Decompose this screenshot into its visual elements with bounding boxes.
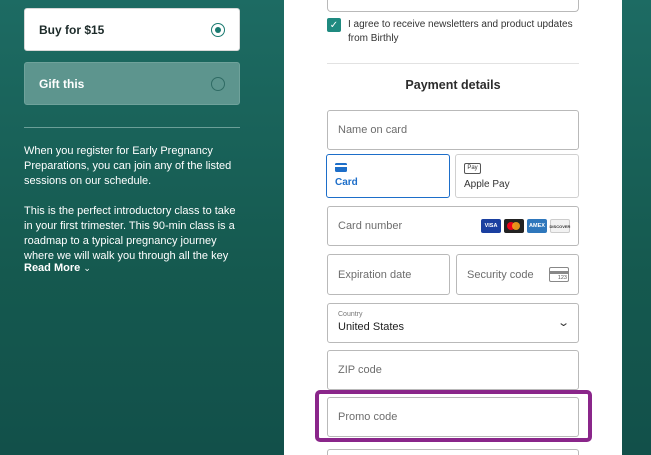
gift-option-label: Gift this [39, 76, 85, 91]
chevron-down-icon: ⌄ [556, 317, 570, 329]
country-value: United States [338, 321, 405, 333]
promo-code-placeholder: Promo code [338, 411, 398, 423]
payment-method-card[interactable]: Card [326, 154, 450, 198]
buy-option[interactable]: Buy for $15 [24, 8, 240, 51]
payment-form: ✓ I agree to receive newsletters and pro… [284, 0, 622, 455]
newsletter-checkbox[interactable]: ✓ [327, 18, 341, 32]
name-on-card-placeholder: Name on card [338, 124, 408, 136]
country-label: Country [338, 311, 363, 318]
description-paragraph: This is the perfect introductory class t… [24, 205, 236, 262]
zip-code-placeholder: ZIP code [338, 364, 382, 376]
card-brands: VISA AMEX DISCOVER [481, 219, 570, 233]
description-paragraph: When you register for Early Pregnancy Pr… [24, 145, 232, 187]
card-number-field[interactable]: Card number VISA AMEX DISCOVER [327, 206, 579, 246]
divider [24, 127, 240, 128]
security-code-field[interactable]: Security code 123 [456, 254, 579, 295]
read-more-link[interactable]: Read More ⌄ [24, 262, 91, 274]
expiration-placeholder: Expiration date [338, 268, 412, 281]
mastercard-icon [504, 219, 524, 233]
divider [327, 63, 579, 64]
amex-icon: AMEX [527, 219, 547, 233]
payment-method-apple-pay[interactable]: Pay Apple Pay [455, 154, 579, 198]
visa-icon: VISA [481, 219, 501, 233]
chevron-down-icon: ⌄ [83, 263, 91, 273]
form-field[interactable] [327, 0, 579, 12]
course-info-panel: Buy for $15 Gift this When you register … [0, 0, 283, 455]
apple-pay-icon: Pay [464, 163, 481, 174]
name-on-card-field[interactable]: Name on card [327, 110, 579, 150]
gift-radio-icon[interactable] [211, 77, 225, 91]
card-number-placeholder: Card number [338, 220, 403, 232]
credit-card-icon [335, 163, 347, 172]
payment-method-label: Apple Pay [464, 179, 510, 190]
cvc-card-icon: 123 [549, 267, 569, 282]
zip-code-field[interactable]: ZIP code [327, 350, 579, 390]
read-more-label: Read More [24, 262, 81, 274]
expiration-date-field[interactable]: Expiration date [327, 254, 450, 295]
buy-radio-icon[interactable] [211, 23, 225, 37]
section-title: Payment details [405, 78, 501, 92]
security-code-placeholder: Security code [467, 268, 534, 281]
form-field[interactable] [327, 449, 579, 455]
promo-code-field[interactable]: Promo code [327, 397, 579, 437]
discover-icon: DISCOVER [550, 219, 570, 233]
country-select[interactable]: Country United States ⌄ [327, 303, 579, 343]
buy-option-label: Buy for $15 [39, 22, 105, 37]
newsletter-label: I agree to receive newsletters and produ… [348, 19, 573, 44]
payment-method-label: Card [335, 177, 358, 188]
gift-option[interactable]: Gift this [24, 62, 240, 105]
